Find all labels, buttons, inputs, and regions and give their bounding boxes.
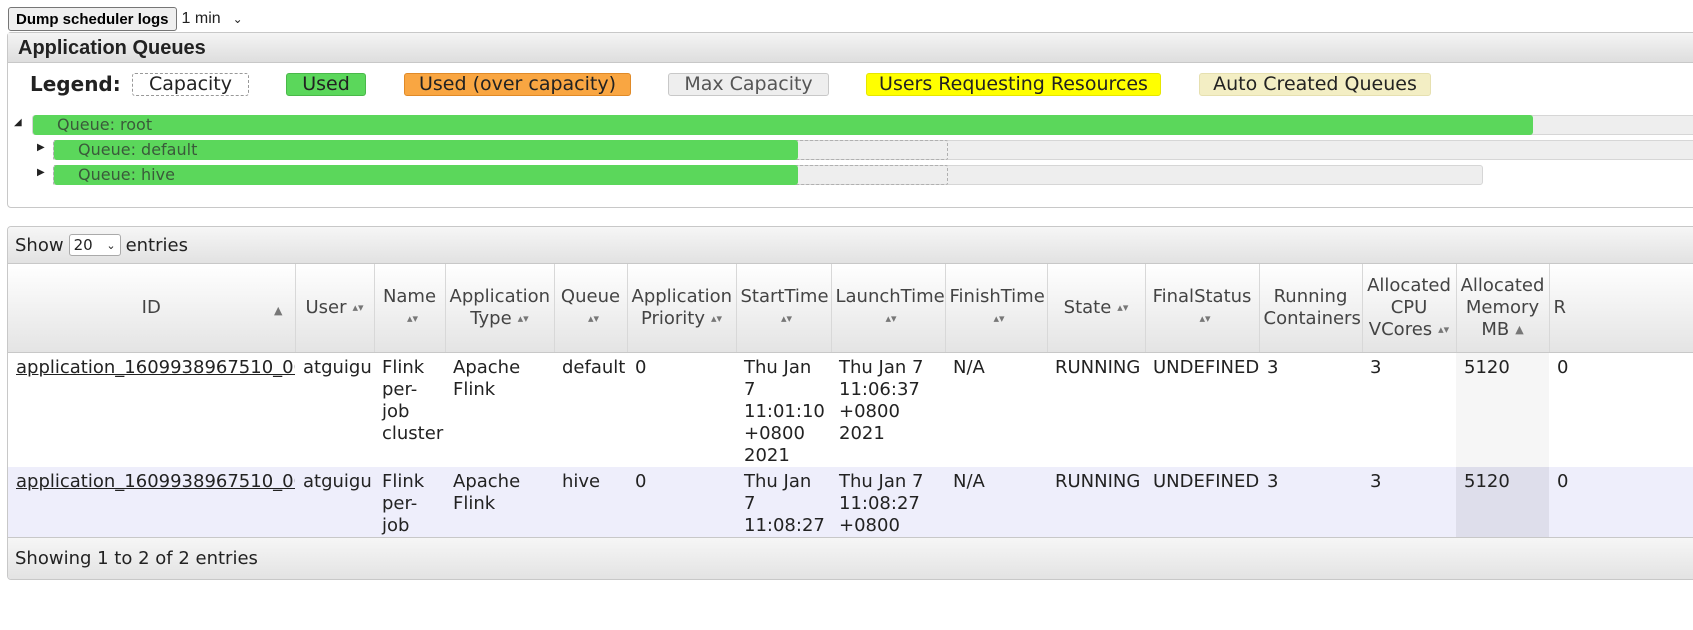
applications-table-panel: Show 20 ⌄ entries ID ▲︎ User ▴▾ Name ▴▾ App… <box>7 226 1693 580</box>
sort-both-icon: ▴▾ <box>1199 311 1211 325</box>
table-header-row: ID ▲︎ User ▴▾ Name ▴▾ Application Type ▴▾ Qu… <box>8 264 1693 353</box>
cell-allocated-vcores: 3 <box>1362 352 1456 467</box>
chevron-down-icon: ⌄ <box>232 12 243 26</box>
entries-label: entries <box>125 234 188 256</box>
sort-both-icon: ▴▾ <box>406 311 419 325</box>
legend: Legend: Capacity Used Used (over capacit… <box>8 71 1693 97</box>
table-length-control: Show 20 ⌄ entries <box>8 227 1693 264</box>
column-header-state[interactable]: State ▴▾ <box>1047 264 1146 353</box>
sort-both-icon: ▴▾ <box>780 311 793 325</box>
sort-both-icon: ▲︎ <box>274 304 283 317</box>
page-length-select[interactable]: 20 ⌄ <box>68 234 121 256</box>
log-interval-select[interactable]: 1 min ⌄ <box>182 10 243 28</box>
column-header-finishtime[interactable]: FinishTime ▴▾ <box>945 264 1048 353</box>
dump-scheduler-logs-button[interactable]: Dump scheduler logs <box>8 7 177 31</box>
collapse-triangle-icon[interactable]: ◢ <box>14 117 22 128</box>
column-header-queue[interactable]: Queue ▴▾ <box>554 264 628 353</box>
column-header-application-priority[interactable]: Application Priority ▴▾ <box>627 264 737 353</box>
cell-name: Flink per-job cluster <box>374 352 445 467</box>
column-header-running-containers[interactable]: Running Containers▴▾ <box>1259 264 1378 353</box>
applications-table: ID ▲︎ User ▴▾ Name ▴▾ Application Type ▴▾ Qu… <box>8 264 1693 579</box>
queue-label: Queue: root <box>57 115 153 134</box>
table-row: application_1609938967510_0004 atguigu F… <box>8 352 1693 467</box>
toolbar: Dump scheduler logs 1 min ⌄ <box>8 7 243 31</box>
column-header-r[interactable]: R <box>1549 264 1693 353</box>
chevron-down-icon: ⌄ <box>106 238 116 252</box>
application-queues-panel: Application Queues Legend: Capacity Used… <box>7 32 1693 208</box>
show-label: Show <box>15 234 64 256</box>
sort-both-icon: ▴▾ <box>517 311 529 325</box>
sort-both-icon: ▴▾ <box>1438 322 1450 336</box>
expand-triangle-icon[interactable]: ▶ <box>37 167 45 178</box>
cell-running-containers: 3 <box>1259 352 1362 467</box>
cell-application-type: Apache Flink <box>445 352 554 467</box>
application-id-link[interactable]: application_1609938967510_0005 <box>16 471 295 492</box>
sort-both-icon: ▴▾ <box>352 300 364 314</box>
legend-used: Used <box>286 73 366 96</box>
column-header-name[interactable]: Name ▴▾ <box>374 264 446 353</box>
legend-used-over-capacity: Used (over capacity) <box>404 73 631 96</box>
legend-max-capacity: Max Capacity <box>668 73 829 96</box>
column-header-launchtime[interactable]: LaunchTime ▴▾ <box>831 264 946 353</box>
queue-label: Queue: default <box>78 140 198 159</box>
sort-asc-icon: ▲ <box>1515 322 1524 336</box>
sort-both-icon: ▴▾ <box>885 311 897 325</box>
cell-finalstatus: UNDEFINED <box>1145 352 1259 467</box>
queue-row-default[interactable]: ▶ Queue: default <box>8 140 1693 160</box>
queue-row-root[interactable]: ◢ Queue: root <box>8 115 1693 135</box>
column-header-finalstatus[interactable]: FinalStatus ▴▾ <box>1145 264 1260 353</box>
column-header-allocated-memory-mb[interactable]: Allocated Memory MB ▲ <box>1456 264 1550 353</box>
queue-row-hive[interactable]: ▶ Queue: hive <box>8 165 1693 185</box>
expand-triangle-icon[interactable]: ▶ <box>37 142 45 153</box>
cell-launchtime: Thu Jan 7 11:06:37 +0800 2021 <box>831 352 945 467</box>
column-header-application-type[interactable]: Application Type ▴▾ <box>445 264 555 353</box>
cell-finishtime: N/A <box>945 352 1047 467</box>
legend-capacity: Capacity <box>132 73 249 96</box>
cell-user: atguigu <box>295 352 374 467</box>
sort-both-icon: ▴▾ <box>587 311 600 325</box>
legend-label: Legend: <box>30 72 121 96</box>
page-length-value: 20 <box>73 236 93 254</box>
column-header-user[interactable]: User ▴▾ <box>295 264 375 353</box>
queues-title: Application Queues <box>8 33 1693 63</box>
cell-priority: 0 <box>627 352 736 467</box>
column-header-id[interactable]: ID ▲︎ <box>8 264 296 353</box>
cell-extra: 0 <box>1549 352 1693 467</box>
sort-both-icon: ▴▾ <box>993 311 1005 325</box>
cell-queue: default <box>554 352 627 467</box>
column-header-allocated-cpu-vcores[interactable]: Allocated CPU VCores ▴▾ <box>1362 264 1457 353</box>
queue-label: Queue: hive <box>78 165 175 184</box>
application-id-link[interactable]: application_1609938967510_0004 <box>16 357 295 378</box>
table-info: Showing 1 to 2 of 2 entries <box>8 537 1693 579</box>
cell-starttime: Thu Jan 7 11:01:10 +0800 2021 <box>736 352 831 467</box>
queue-used-bar <box>33 115 1533 135</box>
cell-allocated-memory: 5120 <box>1456 352 1549 467</box>
legend-users-requesting: Users Requesting Resources <box>866 73 1161 96</box>
sort-both-icon: ▴▾ <box>711 311 723 325</box>
sort-both-icon: ▴▾ <box>1117 300 1129 314</box>
log-interval-value: 1 min <box>181 10 221 27</box>
column-header-starttime[interactable]: StartTime ▴▾ <box>736 264 832 353</box>
cell-state: RUNNING <box>1047 352 1145 467</box>
legend-auto-created: Auto Created Queues <box>1199 73 1431 96</box>
